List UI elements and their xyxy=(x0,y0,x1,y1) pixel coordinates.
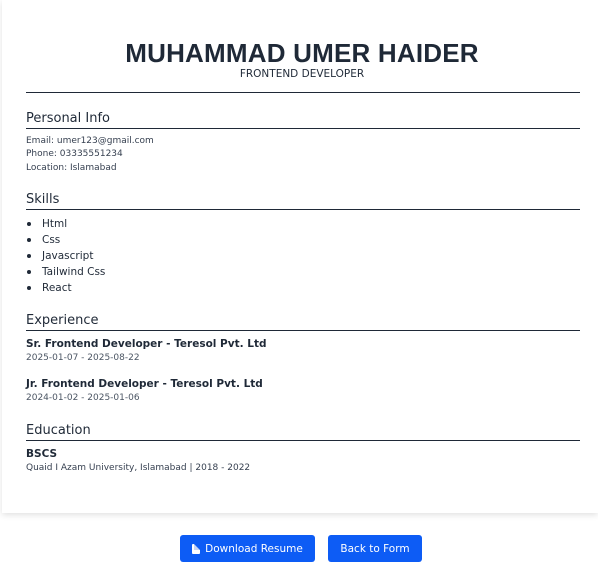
skill-item: Tailwind Css xyxy=(26,264,105,280)
back-to-form-button[interactable]: Back to Form xyxy=(328,535,422,562)
bullet-icon xyxy=(27,254,31,258)
section-divider-experience xyxy=(26,330,580,331)
bullet-icon xyxy=(27,238,31,242)
download-resume-label: Download Resume xyxy=(205,542,303,555)
section-title-skills: Skills xyxy=(26,192,60,207)
skill-label: Html xyxy=(42,218,68,230)
skill-item: Css xyxy=(26,232,105,248)
back-to-form-label: Back to Form xyxy=(340,542,410,555)
document-icon xyxy=(192,543,201,554)
bullet-icon xyxy=(27,222,31,226)
section-divider-education xyxy=(26,440,580,441)
section-title-education: Education xyxy=(26,423,91,438)
skill-label: React xyxy=(42,282,72,294)
personal-location: Location: Islamabad xyxy=(26,163,117,173)
bullet-icon xyxy=(27,286,31,290)
experience-role: Jr. Frontend Developer - Teresol Pvt. Lt… xyxy=(26,378,263,390)
experience-dates: 2024-01-02 - 2025-01-06 xyxy=(26,393,140,403)
section-divider-personal-info xyxy=(26,128,580,129)
experience-role: Sr. Frontend Developer - Teresol Pvt. Lt… xyxy=(26,338,267,350)
section-divider-skills xyxy=(26,209,580,210)
resume-preview-page: MUHAMMAD UMER HAIDER FRONTEND DEVELOPER … xyxy=(0,0,598,588)
skill-item: Javascript xyxy=(26,248,105,264)
download-resume-button[interactable]: Download Resume xyxy=(180,535,315,562)
resume-name: MUHAMMAD UMER HAIDER xyxy=(125,38,479,68)
header-divider xyxy=(26,92,580,93)
section-title-personal-info: Personal Info xyxy=(26,111,110,126)
section-title-experience: Experience xyxy=(26,313,99,328)
personal-email: Email: umer123@gmail.com xyxy=(26,136,154,146)
skill-item: React xyxy=(26,280,105,296)
resume-card: MUHAMMAD UMER HAIDER FRONTEND DEVELOPER … xyxy=(2,0,598,513)
bullet-icon xyxy=(27,270,31,274)
education-details: Quaid I Azam University, Islamabad | 201… xyxy=(26,463,251,473)
skills-list: Html Css Javascript Tailwind Css React xyxy=(26,216,105,296)
personal-phone: Phone: 03335551234 xyxy=(26,149,123,159)
skill-label: Css xyxy=(42,234,61,246)
skill-item: Html xyxy=(26,216,105,232)
experience-dates: 2025-01-07 - 2025-08-22 xyxy=(26,353,140,363)
resume-role: FRONTEND DEVELOPER xyxy=(239,68,365,80)
education-degree: BSCS xyxy=(26,448,58,460)
skill-label: Tailwind Css xyxy=(42,266,106,278)
skill-label: Javascript xyxy=(42,250,94,262)
